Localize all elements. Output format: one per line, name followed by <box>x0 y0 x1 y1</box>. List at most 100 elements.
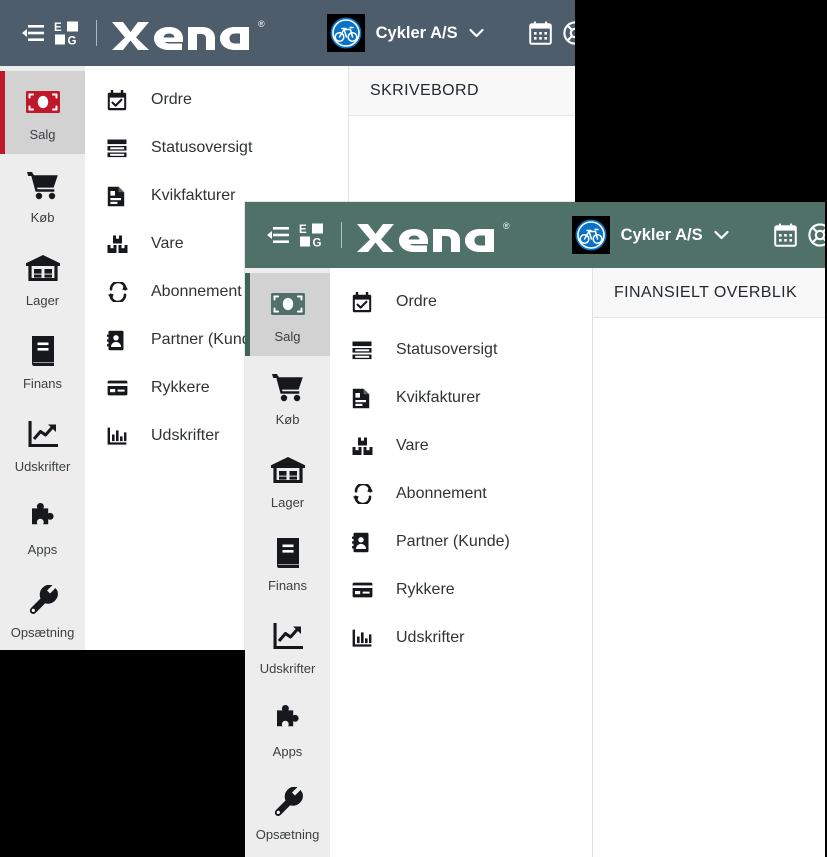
company-switcher[interactable]: Cykler A/S <box>327 14 484 52</box>
rail-item-opsaetning[interactable]: Opsætning <box>0 569 85 650</box>
list-status-icon <box>107 139 133 158</box>
menu-item-label: Statusoversigt <box>151 139 252 157</box>
shopping-cart-icon <box>271 369 305 405</box>
wrench-icon <box>28 582 58 618</box>
puzzle-piece-icon <box>272 701 304 737</box>
puzzle-piece-icon <box>27 499 59 535</box>
content-area <box>593 318 825 857</box>
calendar-icon[interactable] <box>524 16 558 50</box>
rail-item-udskrifter[interactable]: Udskrifter <box>245 605 330 688</box>
menu-item-label: Vare <box>396 437 429 455</box>
menu-item-ordre[interactable]: Ordre <box>85 76 348 124</box>
top-bar: E G ® <box>0 0 575 66</box>
content-panel: FINANSIELT OVERBLIK <box>593 268 825 857</box>
icon-rail: Salg Køb <box>245 268 330 857</box>
bar-chart-icon <box>107 427 133 445</box>
rail-item-label: Opsætning <box>256 827 320 842</box>
registered-mark: ® <box>258 20 265 29</box>
rail-item-apps[interactable]: Apps <box>0 486 85 569</box>
chevron-down-icon[interactable] <box>469 28 484 38</box>
menu-item-label: Udskrifter <box>396 629 464 647</box>
wrench-icon <box>273 784 303 820</box>
module-menu: Ordre Statusoversigt <box>330 268 593 857</box>
menu-item-ordre[interactable]: Ordre <box>330 278 592 326</box>
registered-mark: ® <box>503 222 510 231</box>
rail-item-label: Finans <box>23 376 62 391</box>
rail-item-opsaetning[interactable]: Opsætning <box>245 771 330 854</box>
svg-text:G: G <box>68 36 77 47</box>
xena-wordmark: ® <box>355 218 510 252</box>
calendar-check-icon <box>352 292 378 313</box>
menu-item-statusoversigt[interactable]: Statusoversigt <box>85 124 348 172</box>
eg-brand-icon[interactable]: E G <box>50 16 84 50</box>
invoice-icon <box>107 186 133 207</box>
rail-item-label: Køb <box>31 210 55 225</box>
menu-item-label: Statusoversigt <box>396 341 497 359</box>
rail-item-udskrifter[interactable]: Udskrifter <box>0 403 85 486</box>
company-name: Cykler A/S <box>621 226 703 245</box>
boxes-icon <box>107 235 133 254</box>
rail-item-salg[interactable]: Salg <box>0 71 85 154</box>
calendar-icon[interactable] <box>769 218 803 252</box>
rail-item-label: Salg <box>274 329 300 344</box>
menu-item-label: Kvikfakturer <box>151 187 235 205</box>
rail-item-lager[interactable]: Lager <box>245 439 330 522</box>
menu-item-rykkere[interactable]: Rykkere <box>330 566 592 614</box>
menu-item-label: Udskrifter <box>151 427 219 445</box>
company-name: Cykler A/S <box>376 24 458 43</box>
collapse-sidebar-icon[interactable] <box>16 16 50 50</box>
menu-item-label: Ordre <box>396 293 437 311</box>
icon-rail: Salg Køb <box>0 66 85 650</box>
address-book-icon <box>352 532 378 553</box>
menu-item-partner-kunde[interactable]: Partner (Kunde) <box>330 518 592 566</box>
page-title: SKRIVEBORD <box>370 82 479 100</box>
topbar-divider <box>96 20 97 46</box>
eg-brand-icon[interactable]: E G <box>295 218 329 252</box>
xena-window-front[interactable]: E G ® <box>245 202 825 857</box>
company-switcher[interactable]: Cykler A/S <box>572 216 729 254</box>
book-icon <box>274 535 302 571</box>
chevron-down-icon[interactable] <box>714 230 729 240</box>
recurring-arrows-icon <box>352 484 378 504</box>
bar-chart-icon <box>352 629 378 647</box>
rail-item-label: Lager <box>26 293 59 308</box>
menu-item-statusoversigt[interactable]: Statusoversigt <box>330 326 592 374</box>
rail-item-label: Udskrifter <box>260 661 316 676</box>
menu-item-label: Rykkere <box>396 581 455 599</box>
rail-item-label: Lager <box>271 495 304 510</box>
rail-item-label: Salg <box>29 127 55 142</box>
list-status-icon <box>352 341 378 360</box>
rail-item-koeb[interactable]: Køb <box>245 356 330 439</box>
rail-item-label: Udskrifter <box>15 459 71 474</box>
shopping-cart-icon <box>26 167 60 203</box>
credit-card-icon <box>107 380 133 396</box>
book-icon <box>29 333 57 369</box>
rail-item-label: Finans <box>268 578 307 593</box>
menu-item-vare[interactable]: Vare <box>330 422 592 470</box>
menu-item-label: Vare <box>151 235 184 253</box>
menu-item-label: Rykkere <box>151 379 210 397</box>
menu-item-kvikfakturer[interactable]: Kvikfakturer <box>330 374 592 422</box>
rail-item-lager[interactable]: Lager <box>0 237 85 320</box>
rail-item-koeb[interactable]: Køb <box>0 154 85 237</box>
collapse-sidebar-icon[interactable] <box>261 218 295 252</box>
boxes-icon <box>352 437 378 456</box>
rail-item-finans[interactable]: Finans <box>245 522 330 605</box>
chart-line-icon <box>272 618 304 654</box>
menu-item-udskrifter[interactable]: Udskrifter <box>330 614 592 662</box>
bicycle-sign-icon <box>327 14 365 52</box>
rail-item-salg[interactable]: Salg <box>245 273 330 356</box>
help-lifering-icon[interactable] <box>558 16 575 50</box>
invoice-icon <box>352 388 378 409</box>
rail-item-finans[interactable]: Finans <box>0 320 85 403</box>
help-lifering-icon[interactable] <box>803 218 825 252</box>
menu-item-abonnement[interactable]: Abonnement <box>330 470 592 518</box>
content-header: SKRIVEBORD <box>349 66 575 116</box>
address-book-icon <box>107 330 133 351</box>
money-bill-icon <box>270 286 306 322</box>
content-header: FINANSIELT OVERBLIK <box>593 268 825 318</box>
recurring-arrows-icon <box>107 282 133 302</box>
rail-item-apps[interactable]: Apps <box>245 688 330 771</box>
topbar-divider <box>341 222 342 248</box>
bicycle-sign-icon <box>572 216 610 254</box>
